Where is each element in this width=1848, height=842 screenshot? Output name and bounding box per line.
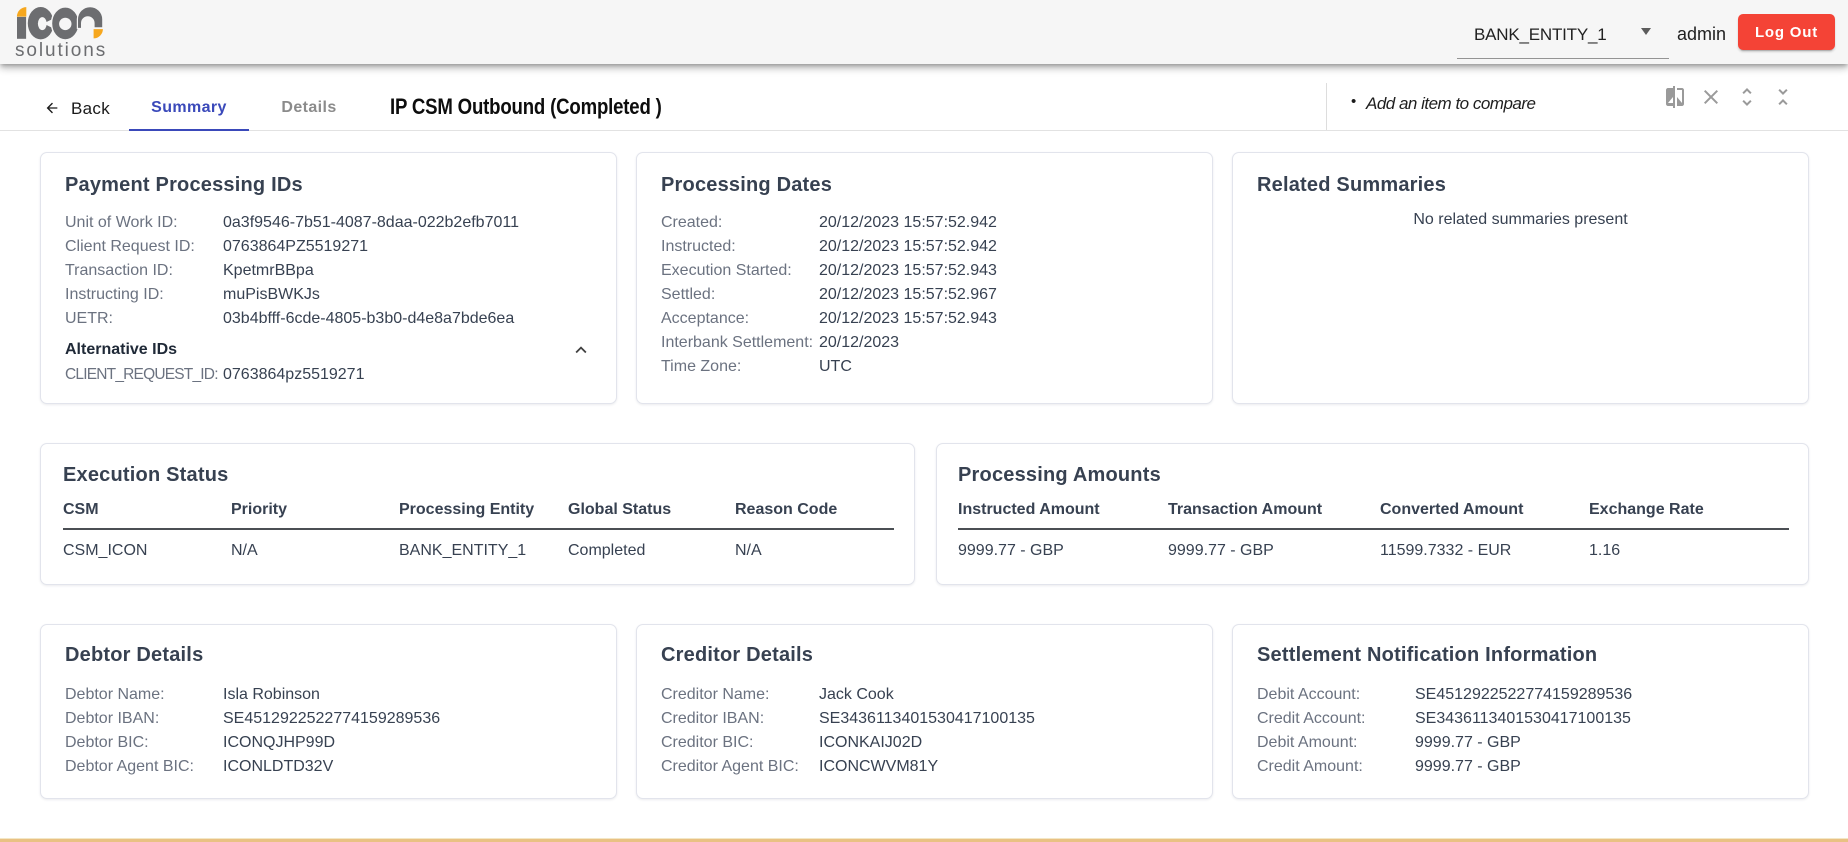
svg-text:solutions: solutions <box>15 40 107 60</box>
